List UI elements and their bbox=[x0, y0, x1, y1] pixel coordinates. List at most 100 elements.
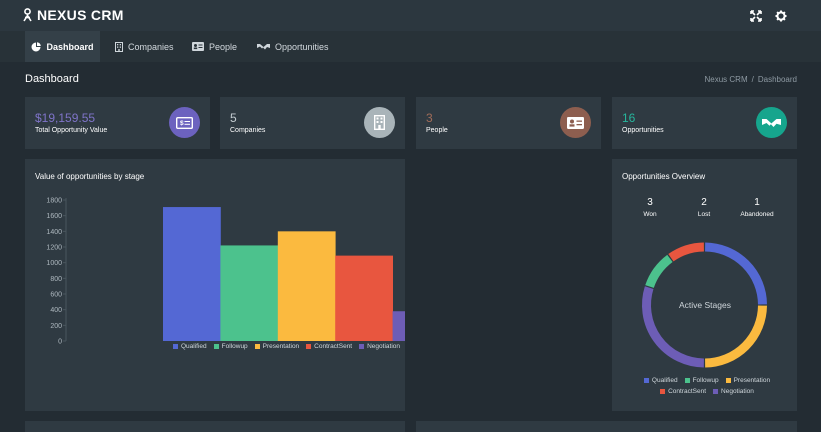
legend-swatch bbox=[254, 344, 260, 349]
bottom-right-card bbox=[416, 421, 797, 432]
legend-label: Followup bbox=[692, 377, 719, 384]
y-tick-label: 1800 bbox=[46, 198, 62, 205]
handshake-icon bbox=[756, 107, 787, 138]
abandoned-count: 1 bbox=[754, 197, 760, 208]
fullscreen-icon[interactable] bbox=[749, 9, 763, 23]
stat-card-opportunity-value[interactable]: $19,159.55 Total Opportunity Value $ bbox=[25, 97, 210, 149]
donut-segment-qualified[interactable] bbox=[704, 242, 767, 305]
tab-label: Opportunities bbox=[275, 41, 329, 52]
y-tick-label: 1200 bbox=[46, 245, 62, 252]
building-icon bbox=[115, 41, 123, 52]
app-name: NEXUS CRM bbox=[37, 7, 124, 23]
bar-chart-title: Value of opportunities by stage bbox=[35, 172, 145, 181]
donut-chart-legend: Qualified Followup Presentation ContractSen… bbox=[632, 377, 782, 395]
legend-label: ContractSent bbox=[668, 388, 707, 395]
legend-swatch bbox=[643, 378, 649, 383]
legend-swatch bbox=[173, 344, 178, 349]
legend-swatch bbox=[684, 378, 690, 383]
bar-qualified[interactable] bbox=[163, 207, 221, 341]
y-tick-label: 200 bbox=[50, 323, 62, 330]
tab-label: People bbox=[209, 41, 238, 52]
legend-item[interactable]: Qualified bbox=[643, 377, 678, 384]
legend-swatch bbox=[306, 344, 312, 349]
donut-segment-followup[interactable] bbox=[645, 254, 673, 289]
lost-summary: 2 Lost bbox=[674, 197, 734, 218]
stat-card-opportunities[interactable]: 16 Opportunities bbox=[612, 97, 797, 149]
main-nav: Dashboard Companies People Opportunities bbox=[0, 31, 821, 62]
legend-item[interactable]: Followup bbox=[213, 343, 248, 350]
handshake-icon bbox=[257, 44, 270, 50]
id-card-icon bbox=[560, 107, 591, 138]
tab-dashboard[interactable]: Dashboard bbox=[25, 31, 100, 62]
stat-label: People bbox=[426, 127, 448, 134]
abandoned-summary: 1 Abandoned bbox=[727, 197, 787, 218]
top-bar: NEXUS CRM bbox=[0, 0, 821, 31]
y-tick-label: 1000 bbox=[46, 260, 62, 267]
legend-item[interactable]: Qualified bbox=[173, 343, 207, 350]
donut-segment-contractsent[interactable] bbox=[668, 242, 705, 262]
stat-label: Companies bbox=[230, 127, 266, 134]
y-tick-label: 0 bbox=[58, 339, 62, 346]
stat-card-people[interactable]: 3 People bbox=[416, 97, 601, 149]
page-title: Dashboard bbox=[25, 73, 79, 85]
y-tick-label: 800 bbox=[50, 276, 62, 283]
legend-item[interactable]: Followup bbox=[684, 377, 719, 384]
tab-label: Dashboard bbox=[46, 41, 94, 52]
stat-label: Opportunities bbox=[622, 127, 664, 134]
tab-companies[interactable]: Companies bbox=[115, 31, 174, 62]
bar-contractsent[interactable] bbox=[335, 255, 393, 341]
breadcrumb: Nexus CRM / Dashboard bbox=[705, 75, 798, 84]
breadcrumb-separator: / bbox=[751, 75, 754, 84]
legend-label: Followup bbox=[221, 343, 248, 350]
bar-negotiation[interactable] bbox=[392, 311, 405, 341]
svg-text:$: $ bbox=[180, 120, 184, 127]
legend-swatch bbox=[725, 378, 731, 383]
tab-opportunities[interactable]: Opportunities bbox=[257, 31, 329, 62]
brand[interactable]: NEXUS CRM bbox=[23, 7, 124, 23]
donut-center-label: Active Stages bbox=[679, 300, 731, 310]
legend-item[interactable]: Negotiation bbox=[713, 388, 754, 395]
legend-item[interactable]: Presentation bbox=[725, 377, 771, 384]
bar-followup[interactable] bbox=[220, 245, 279, 341]
won-summary: 3 Won bbox=[620, 197, 680, 218]
donut-segment-presentation[interactable] bbox=[704, 305, 767, 368]
y-tick-label: 1400 bbox=[46, 229, 62, 236]
stat-card-companies[interactable]: 5 Companies bbox=[220, 97, 405, 149]
won-label: Won bbox=[643, 211, 657, 218]
pie-chart-icon bbox=[31, 41, 42, 51]
bar-chart-card: Value of opportunities by stage 0 200 400 6… bbox=[25, 159, 405, 411]
stat-value: 16 bbox=[622, 111, 636, 125]
donut-chart-title: Opportunities Overview bbox=[622, 172, 706, 181]
legend-label: ContractSent bbox=[314, 343, 353, 350]
legend-item[interactable]: Negotiation bbox=[359, 343, 400, 350]
lost-label: Lost bbox=[697, 211, 711, 218]
won-count: 3 bbox=[647, 197, 653, 208]
legend-label: Negotiation bbox=[367, 343, 400, 350]
legend-label: Qualified bbox=[651, 377, 678, 384]
breadcrumb-root[interactable]: Nexus CRM bbox=[705, 75, 748, 84]
bar-presentation[interactable] bbox=[277, 231, 336, 341]
y-tick-label: 400 bbox=[50, 307, 62, 314]
id-card-icon bbox=[192, 42, 204, 51]
legend-label: Presentation bbox=[262, 343, 300, 350]
abandoned-label: Abandoned bbox=[740, 211, 774, 218]
stat-label: Total Opportunity Value bbox=[35, 127, 108, 134]
legend-item[interactable]: Presentation bbox=[254, 343, 300, 350]
legend-item[interactable]: ContractSent bbox=[306, 343, 352, 350]
donut-segment-negotiation[interactable] bbox=[642, 286, 705, 368]
gear-icon[interactable] bbox=[774, 9, 788, 23]
y-tick-label: 600 bbox=[50, 292, 62, 299]
user-logo-icon bbox=[23, 8, 32, 22]
tab-label: Companies bbox=[128, 41, 174, 52]
legend-label: Presentation bbox=[733, 377, 771, 384]
donut-chart-card: Opportunities Overview 3 Won 2 Lost 1 Ab… bbox=[612, 159, 797, 411]
legend-swatch bbox=[359, 344, 365, 349]
bar-chart-legend: Qualified Followup Presentation ContractSen… bbox=[173, 343, 400, 350]
legend-label: Negotiation bbox=[721, 388, 754, 395]
money-icon: $ bbox=[169, 107, 200, 138]
legend-item[interactable]: ContractSent bbox=[660, 388, 706, 395]
lost-count: 2 bbox=[701, 197, 707, 208]
tab-people[interactable]: People bbox=[192, 31, 237, 62]
legend-swatch bbox=[713, 389, 719, 394]
bottom-left-card bbox=[25, 421, 405, 432]
